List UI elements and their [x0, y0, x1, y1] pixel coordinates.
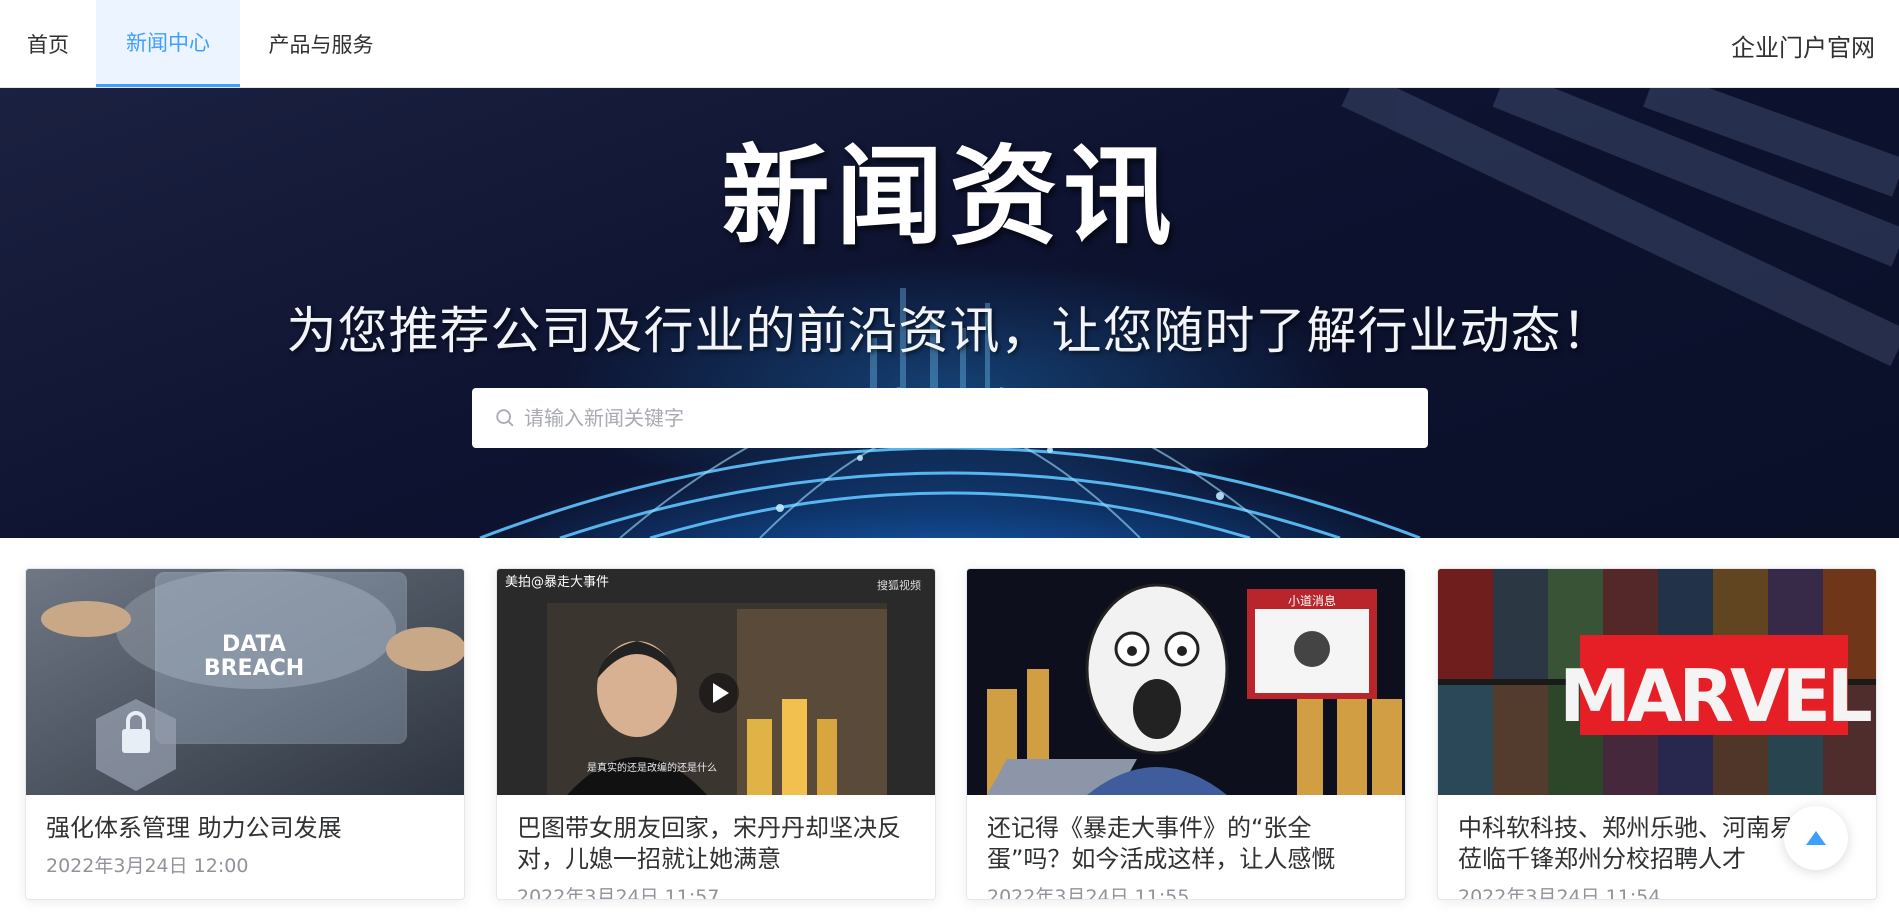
thumb-text: 小道消息: [1288, 593, 1336, 608]
news-card-date: 2022年3月24日 11:55: [987, 886, 1190, 900]
hero-title: 新闻资讯: [721, 135, 1178, 260]
nav-item-products-services[interactable]: 产品与服务: [240, 0, 402, 87]
svg-text:搜狐视频: 搜狐视频: [877, 578, 921, 592]
news-card-thumbnail: 小道消息: [967, 569, 1405, 795]
news-card[interactable]: 小道消息 还记得《暴走大事件》的“张全蛋”吗？如今活成这样，让人感慨 2022年…: [966, 568, 1406, 900]
site-brand: 企业门户官网: [1731, 34, 1875, 62]
news-card[interactable]: DATA BREACH 强化体系管理 助力公司发展 2022年3月24日 12:…: [25, 568, 465, 900]
news-card-date: 2022年3月24日 11:54: [1458, 886, 1661, 900]
news-card-title[interactable]: 巴图带女朋友回家，宋丹丹却坚决反对，儿媳一招就让她满意: [517, 813, 921, 875]
thumb-text: 美拍@暴走大事件: [505, 575, 609, 590]
news-search-input[interactable]: [524, 406, 1404, 430]
svg-text:是真实的还是改编的还是什么: 是真实的还是改编的还是什么: [587, 761, 717, 774]
search-icon: [496, 409, 514, 427]
hero-banner: 新闻资讯 为您推荐公司及行业的前沿资讯，让您随时了解行业动态！: [0, 88, 1899, 538]
news-card-thumbnail: DATA BREACH: [26, 569, 464, 795]
news-card-thumbnail: MARVEL: [1438, 569, 1876, 795]
news-card-date: 2022年3月24日 12:00: [46, 855, 249, 877]
hero-subtitle: 为您推荐公司及行业的前沿资讯，让您随时了解行业动态！: [286, 302, 1613, 360]
svg-text:BREACH: BREACH: [204, 656, 304, 681]
news-card-title[interactable]: 强化体系管理 助力公司发展: [46, 813, 450, 844]
thumb-text: DATA: [222, 632, 286, 657]
top-navigation: 首页 新闻中心 产品与服务 企业门户官网: [0, 0, 1899, 88]
news-card-title[interactable]: 还记得《暴走大事件》的“张全蛋”吗？如今活成这样，让人感慨: [987, 813, 1391, 875]
news-card[interactable]: 美拍@暴走大事件 搜狐视频 是真实的还是改编的还是什么 巴图带女朋友回家，宋丹丹…: [496, 568, 936, 900]
thumb-text: MARVEL: [1559, 654, 1871, 738]
news-search-box[interactable]: [472, 388, 1428, 448]
nav-item-home[interactable]: 首页: [0, 0, 96, 87]
news-card-date: 2022年3月24日 11:57: [517, 886, 720, 900]
nav-item-news-center[interactable]: 新闻中心: [96, 0, 240, 87]
back-to-top-button[interactable]: [1784, 806, 1848, 870]
news-card-thumbnail: 美拍@暴走大事件 搜狐视频 是真实的还是改编的还是什么: [497, 569, 935, 795]
caret-up-icon: [1806, 831, 1826, 845]
